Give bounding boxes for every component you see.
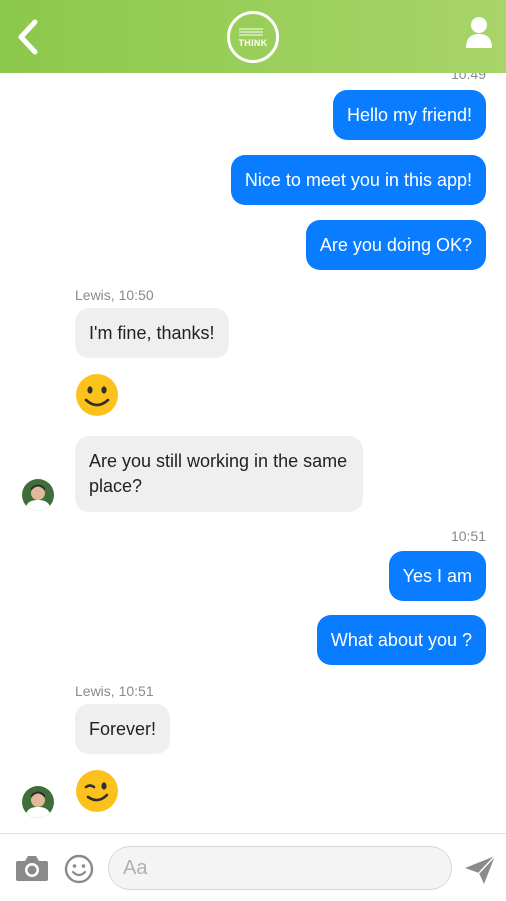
outgoing-message[interactable]: What about you ? xyxy=(316,615,486,665)
send-icon xyxy=(465,855,496,884)
contact-avatar[interactable] xyxy=(22,479,54,511)
winking-face-emoji-icon xyxy=(76,770,118,812)
logo-lines-icon xyxy=(239,28,263,36)
profile-button[interactable] xyxy=(464,16,494,50)
smiling-face-emoji-icon xyxy=(76,374,118,416)
contact-avatar[interactable] xyxy=(22,786,54,818)
emoji-button[interactable] xyxy=(64,854,94,884)
user-icon xyxy=(466,17,492,48)
avatar-icon xyxy=(22,479,54,511)
incoming-message[interactable]: Are you still working in the same place? xyxy=(75,436,363,512)
outgoing-message[interactable]: Hello my friend! xyxy=(332,90,486,140)
sender-timestamp: Lewis, 10:51 xyxy=(75,683,154,699)
avatar-icon xyxy=(22,786,54,818)
sender-timestamp: Lewis, 10:50 xyxy=(75,287,154,303)
logo-text: THINK xyxy=(238,38,268,48)
smiley-icon xyxy=(64,854,94,884)
camera-icon xyxy=(16,856,48,881)
composer-bar xyxy=(0,833,506,901)
back-button[interactable] xyxy=(12,18,46,56)
message-list[interactable]: 10:49 Hello my friend! Nice to meet you … xyxy=(0,73,506,833)
timestamp: 10:49 xyxy=(450,73,486,82)
incoming-message[interactable]: I'm fine, thanks! xyxy=(75,308,229,358)
app-logo: THINK xyxy=(227,11,279,63)
send-button[interactable] xyxy=(464,855,496,885)
outgoing-message[interactable]: Yes I am xyxy=(388,551,486,601)
incoming-message[interactable]: Forever! xyxy=(75,704,171,754)
outgoing-message[interactable]: Nice to meet you in this app! xyxy=(230,155,486,205)
message-input[interactable] xyxy=(108,846,452,890)
back-arrow-icon xyxy=(18,19,38,55)
app-header: THINK xyxy=(0,0,506,73)
timestamp: 10:51 xyxy=(450,528,486,544)
camera-button[interactable] xyxy=(15,854,49,882)
outgoing-message[interactable]: Are you doing OK? xyxy=(305,220,486,270)
